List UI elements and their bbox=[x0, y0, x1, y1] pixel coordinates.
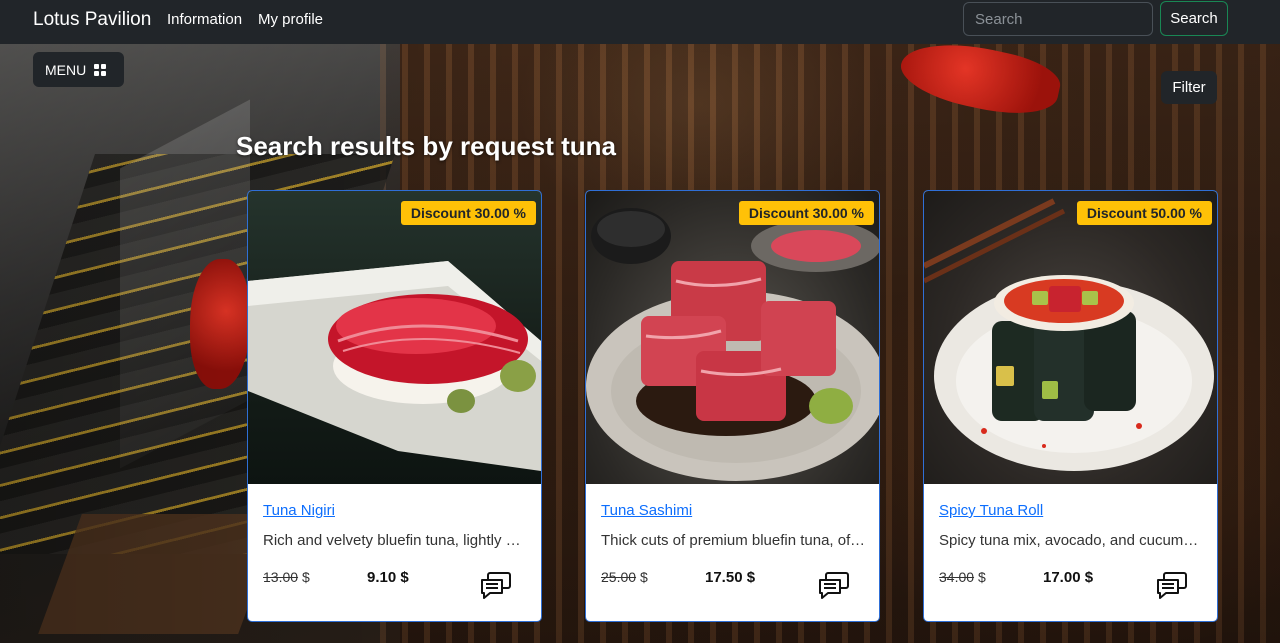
tuna-nigiri-illustration bbox=[248, 261, 541, 471]
new-price: 17.50 $ bbox=[705, 569, 756, 586]
chat-icon[interactable] bbox=[1156, 571, 1188, 599]
product-description: Rich and velvety bluefin tuna, lightly p… bbox=[263, 532, 528, 549]
old-price: 34.00 $ bbox=[939, 569, 986, 585]
new-price: 17.00 $ bbox=[1043, 569, 1094, 586]
old-price: 25.00 $ bbox=[601, 569, 648, 585]
brand-logo[interactable]: Lotus Pavilion bbox=[33, 9, 151, 31]
spicy-tuna-roll-illustration bbox=[924, 198, 1214, 471]
product-description: Thick cuts of premium bluefin tuna, offe… bbox=[601, 532, 866, 549]
old-price-currency: $ bbox=[639, 569, 648, 585]
product-description: Spicy tuna mix, avocado, and cucumber wr… bbox=[939, 532, 1204, 549]
product-card: Discount 30.00 % Tuna Nigiri Rich and ve… bbox=[247, 190, 542, 622]
product-title-link[interactable]: Tuna Sashimi bbox=[601, 502, 692, 519]
old-price: 13.00 $ bbox=[263, 569, 310, 585]
discount-badge: Discount 30.00 % bbox=[738, 201, 874, 225]
nav-link-my-profile[interactable]: My profile bbox=[258, 11, 323, 28]
new-price: 9.10 $ bbox=[367, 569, 409, 586]
grid-icon bbox=[94, 63, 107, 76]
product-image-tuna-sashimi[interactable]: Discount 30.00 % bbox=[586, 191, 879, 484]
old-price-currency: $ bbox=[301, 569, 310, 585]
old-price-value: 25.00 bbox=[601, 569, 637, 585]
chat-icon[interactable] bbox=[818, 571, 850, 599]
navbar: Lotus Pavilion Information My profile Se… bbox=[0, 0, 1280, 44]
product-image-spicy-tuna-roll[interactable]: Discount 50.00 % bbox=[924, 191, 1217, 484]
tuna-sashimi-illustration bbox=[586, 208, 879, 481]
product-title-link[interactable]: Spicy Tuna Roll bbox=[939, 502, 1043, 519]
product-title-link[interactable]: Tuna Nigiri bbox=[263, 502, 335, 519]
old-price-value: 13.00 bbox=[263, 569, 299, 585]
menu-button[interactable]: MENU bbox=[33, 52, 124, 87]
search-input[interactable] bbox=[963, 2, 1153, 36]
product-card: Discount 30.00 % Tuna Sashimi Thick cuts… bbox=[585, 190, 880, 622]
search-button[interactable]: Search bbox=[1160, 1, 1228, 36]
discount-badge: Discount 50.00 % bbox=[1076, 201, 1212, 225]
chat-icon[interactable] bbox=[480, 571, 512, 599]
discount-badge: Discount 30.00 % bbox=[400, 201, 536, 225]
old-price-currency: $ bbox=[977, 569, 986, 585]
nav-link-information[interactable]: Information bbox=[167, 11, 242, 28]
page-title: Search results by request tuna bbox=[236, 131, 617, 161]
menu-label: MENU bbox=[45, 61, 87, 78]
product-image-tuna-nigiri[interactable]: Discount 30.00 % bbox=[248, 191, 541, 484]
filter-button[interactable]: Filter bbox=[1161, 71, 1217, 104]
product-card: Discount 50.00 % Spicy Tuna Roll Spicy t… bbox=[923, 190, 1218, 622]
old-price-value: 34.00 bbox=[939, 569, 975, 585]
